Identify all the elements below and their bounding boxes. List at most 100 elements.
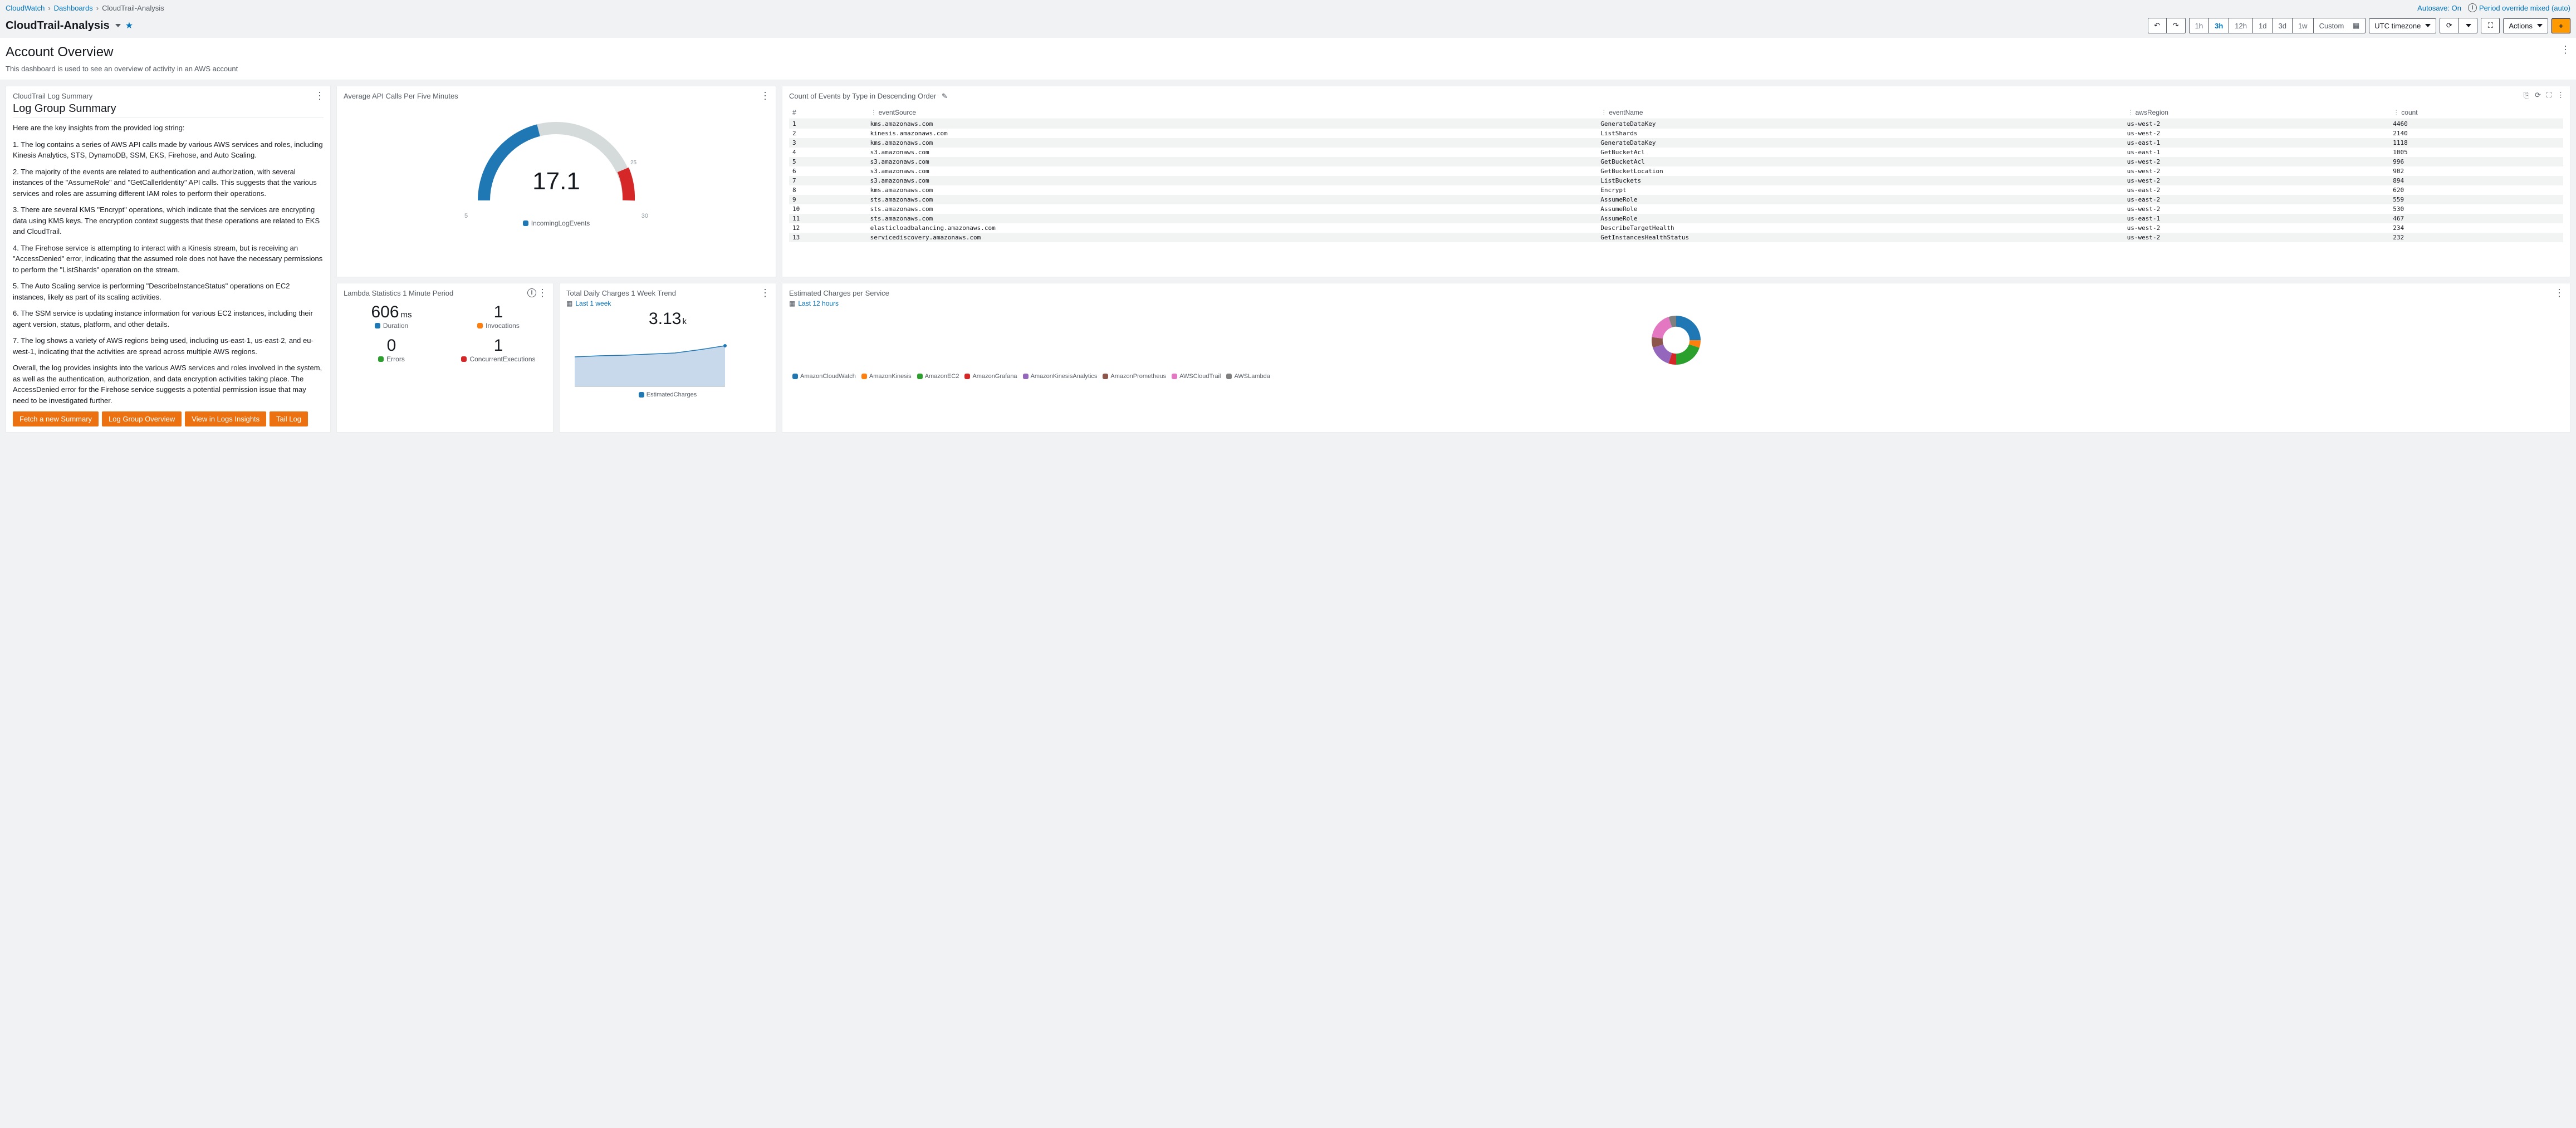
legend-item[interactable]: AWSLambda: [1226, 373, 1270, 380]
range-3d[interactable]: 3d: [2273, 18, 2292, 33]
view-logs-insights-button[interactable]: View in Logs Insights: [185, 411, 266, 426]
breadcrumb-root[interactable]: CloudWatch: [6, 4, 45, 12]
refresh-icon[interactable]: ⟳: [2535, 91, 2541, 100]
gauge-chart: 17.1 25 5 30 IncomingLogEvents: [344, 102, 769, 227]
table-row[interactable]: 10sts.amazonaws.comAssumeRoleus-west-253…: [789, 204, 2563, 214]
log-body: Here are the key insights from the provi…: [13, 122, 324, 406]
table-row[interactable]: 9sts.amazonaws.comAssumeRoleus-east-2559: [789, 195, 2563, 204]
range-1w[interactable]: 1w: [2293, 18, 2314, 33]
timezone-dropdown[interactable]: UTC timezone: [2369, 18, 2436, 33]
table-scroll[interactable]: # ⋮eventSource ⋮eventName ⋮awsRegion ⋮co…: [789, 103, 2563, 242]
overview-section: Account Overview This dashboard is used …: [0, 38, 2576, 80]
card-menu-icon[interactable]: ⋮: [760, 288, 770, 298]
legend-item[interactable]: AmazonGrafana: [964, 373, 1017, 380]
fullscreen-button[interactable]: ⛶: [2481, 18, 2500, 33]
log-p1: 1. The log contains a series of AWS API …: [13, 139, 324, 161]
legend-item[interactable]: AmazonCloudWatch: [792, 373, 856, 380]
redo-button[interactable]: ↷: [2167, 18, 2186, 33]
table-row[interactable]: 7s3.amazonaws.comListBucketsus-west-2894: [789, 176, 2563, 185]
legend-item[interactable]: AmazonKinesis: [861, 373, 912, 380]
card-menu-icon[interactable]: ⋮: [2557, 91, 2564, 100]
refresh-icon: ⟳: [2446, 21, 2452, 30]
gauge-range: 5 30: [464, 213, 648, 219]
info-icon[interactable]: i: [527, 288, 536, 297]
table-row[interactable]: 6s3.amazonaws.comGetBucketLocationus-wes…: [789, 166, 2563, 176]
table-row[interactable]: 1kms.amazonaws.comGenerateDataKeyus-west…: [789, 119, 2563, 129]
table-row[interactable]: 2kinesis.amazonaws.comListShardsus-west-…: [789, 129, 2563, 138]
table-row[interactable]: 3kms.amazonaws.comGenerateDataKeyus-east…: [789, 138, 2563, 148]
range-12h[interactable]: 12h: [2229, 18, 2253, 33]
col-num[interactable]: #: [789, 106, 867, 119]
table-row[interactable]: 12elasticloadbalancing.amazonaws.comDesc…: [789, 223, 2563, 233]
refresh-button[interactable]: ⟳: [2440, 18, 2459, 33]
card-menu-icon[interactable]: ⋮: [537, 288, 547, 298]
expand-icon[interactable]: ⛶: [2546, 91, 2551, 100]
table-row[interactable]: 13servicediscovery.amazonaws.comGetInsta…: [789, 233, 2563, 242]
dashboard-title: CloudTrail-Analysis: [6, 19, 110, 32]
legend-item[interactable]: AmazonEC2: [917, 373, 959, 380]
table-row[interactable]: 4s3.amazonaws.comGetBucketAclus-east-110…: [789, 148, 2563, 157]
card-title: Total Daily Charges 1 Week Trend: [566, 289, 769, 297]
undo-button[interactable]: ↶: [2148, 18, 2167, 33]
time-range-link[interactable]: ▦ Last 12 hours: [789, 300, 2563, 307]
log-group-overview-button[interactable]: Log Group Overview: [102, 411, 182, 426]
log-p4: 4. The Firehose service is attempting to…: [13, 243, 324, 276]
autosave-status[interactable]: Autosave: On: [2417, 4, 2461, 12]
plus-icon: +: [2559, 22, 2563, 30]
range-3h[interactable]: 3h: [2209, 18, 2229, 33]
gauge-legend: IncomingLogEvents: [523, 219, 590, 227]
download-icon[interactable]: ⎘: [2524, 91, 2529, 100]
title-dropdown-icon[interactable]: [115, 24, 121, 27]
legend-dot-icon: [1023, 374, 1029, 379]
card-menu-icon[interactable]: ⋮: [760, 91, 770, 101]
gauge-max: 30: [641, 213, 648, 219]
favorite-star-icon[interactable]: ★: [125, 20, 133, 31]
legend-dot-icon: [1103, 374, 1108, 379]
table-row[interactable]: 11sts.amazonaws.comAssumeRoleus-east-146…: [789, 214, 2563, 223]
section-menu-icon[interactable]: ⋮: [2560, 45, 2570, 55]
chevron-down-icon: [2466, 24, 2471, 27]
edit-icon[interactable]: ✎: [942, 92, 948, 100]
period-override-link[interactable]: i Period override mixed (auto): [2468, 3, 2570, 12]
table-row[interactable]: 5s3.amazonaws.comGetBucketAclus-west-299…: [789, 157, 2563, 166]
log-p7: 7. The log shows a variety of AWS region…: [13, 335, 324, 357]
add-widget-button[interactable]: +: [2551, 18, 2570, 33]
refresh-interval-dropdown[interactable]: [2459, 18, 2477, 33]
legend-dot-icon: [1172, 374, 1177, 379]
fetch-summary-button[interactable]: Fetch a new Summary: [13, 411, 99, 426]
section-heading: Account Overview: [6, 45, 2570, 60]
redo-icon: ↷: [2173, 21, 2179, 30]
legend-item[interactable]: AmazonKinesisAnalytics: [1023, 373, 1098, 380]
col-count[interactable]: ⋮count: [2389, 106, 2563, 119]
legend-item[interactable]: AWSCloudTrail: [1172, 373, 1221, 380]
time-range-link[interactable]: ▦ Last 1 week: [566, 300, 769, 307]
tail-log-button[interactable]: Tail Log: [270, 411, 308, 426]
chevron-down-icon: [2537, 24, 2543, 27]
chevron-right-icon: ›: [48, 4, 50, 12]
range-1d[interactable]: 1d: [2253, 18, 2273, 33]
card-title: Average API Calls Per Five Minutes: [344, 92, 769, 100]
range-custom[interactable]: Custom ▦: [2314, 18, 2366, 33]
legend-dot-icon: [639, 392, 644, 398]
gauge-value-text: 17.1: [532, 168, 580, 195]
toolbar: ↶ ↷ 1h 3h 12h 1d 3d 1w Custom ▦ UTC time…: [2148, 18, 2570, 33]
legend-item[interactable]: AmazonPrometheus: [1103, 373, 1166, 380]
log-intro: Here are the key insights from the provi…: [13, 122, 324, 134]
range-1h[interactable]: 1h: [2189, 18, 2209, 33]
calendar-icon: ▦: [566, 300, 572, 307]
table-row[interactable]: 8kms.amazonaws.comEncryptus-east-2620: [789, 185, 2563, 195]
card-menu-icon[interactable]: ⋮: [315, 91, 325, 101]
col-source[interactable]: ⋮eventSource: [867, 106, 1598, 119]
breadcrumb-dashboards[interactable]: Dashboards: [54, 4, 93, 12]
title-left: CloudTrail-Analysis ★: [6, 19, 133, 32]
card-menu-icon[interactable]: ⋮: [2554, 288, 2564, 298]
col-region[interactable]: ⋮awsRegion: [2124, 106, 2390, 119]
col-name[interactable]: ⋮eventName: [1597, 106, 2123, 119]
gauge-svg: 17.1 25: [462, 106, 651, 217]
section-description: This dashboard is used to see an overvie…: [6, 65, 2570, 73]
service-charges-card: Estimated Charges per Service ⋮ ▦ Last 1…: [782, 283, 2570, 433]
breadcrumb-current: CloudTrail-Analysis: [102, 4, 164, 12]
legend-dot-icon: [375, 323, 380, 328]
calendar-icon: ▦: [789, 300, 795, 307]
actions-dropdown[interactable]: Actions: [2503, 18, 2548, 33]
